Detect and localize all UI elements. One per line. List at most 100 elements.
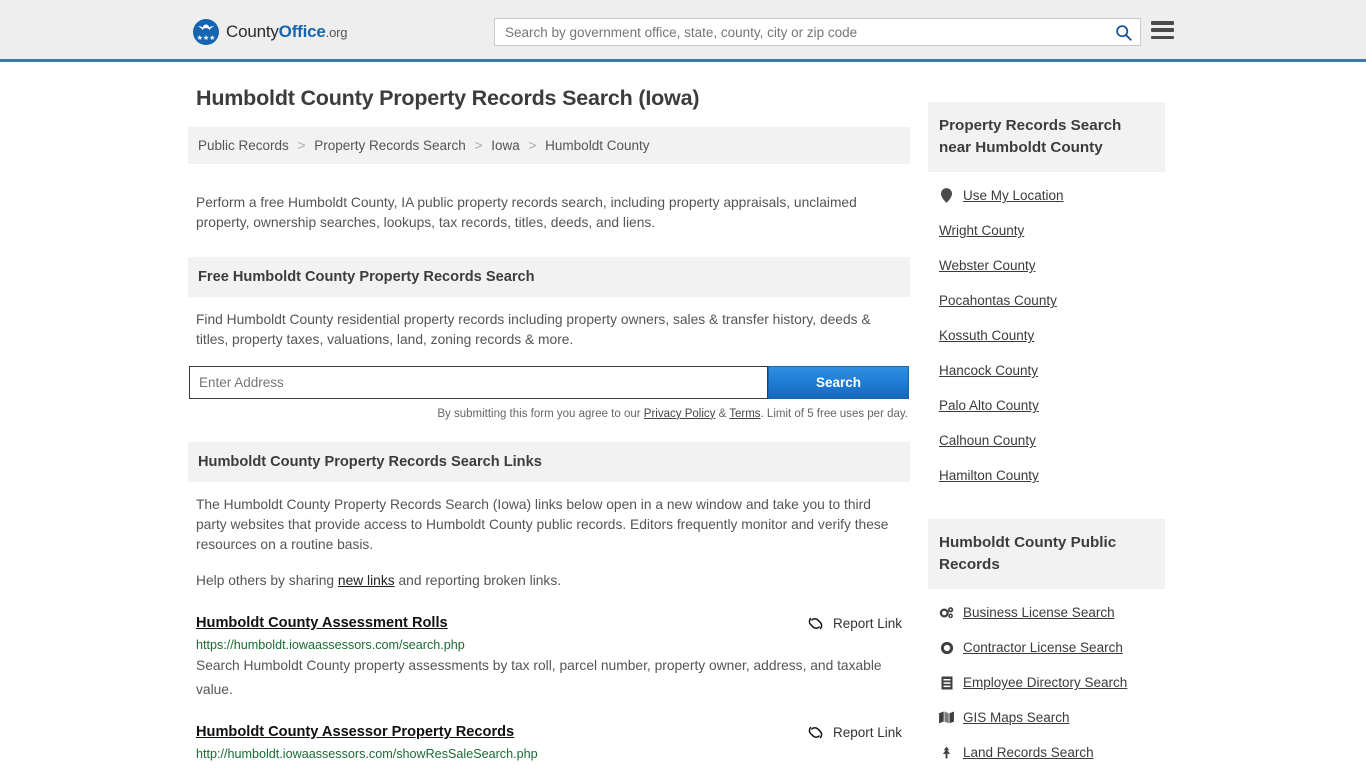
result-header: Humboldt County Assessor Property Record… (196, 724, 902, 741)
sidebar-link-label[interactable]: Kossuth County (939, 328, 1034, 343)
broken-link-icon (808, 726, 823, 738)
sidebar-link-label[interactable]: Employee Directory Search (963, 675, 1127, 690)
sidebar-link-label[interactable]: Land Records Search (963, 745, 1094, 760)
hamburger-bar (1151, 35, 1174, 39)
sidebar-item-business-license-search[interactable]: Business License Search (939, 595, 1154, 630)
new-links-link[interactable]: new links (338, 573, 395, 588)
result-title-link[interactable]: Humboldt County Assessor Property Record… (196, 724, 514, 740)
free-search-description: Find Humboldt County residential propert… (196, 311, 871, 347)
sidebar-item-gis-maps-search[interactable]: GIS Maps Search (939, 700, 1154, 735)
result-description: Search Humboldt County property assessme… (196, 657, 882, 697)
form-disclaimer: By submitting this form you agree to our… (188, 399, 910, 420)
public-records-panel-list: Business License Search Contractor Licen… (928, 589, 1165, 768)
logo-text-org: .org (325, 25, 348, 40)
result-url: http://humboldt.iowaassessors.com/showRe… (196, 746, 538, 761)
list-icon (939, 676, 954, 690)
sidebar-link-label[interactable]: Calhoun County (939, 433, 1036, 448)
search-icon (1115, 24, 1132, 41)
sidebar-item-webster-county[interactable]: Webster County (939, 248, 1154, 283)
terms-link[interactable]: Terms (729, 408, 760, 420)
sidebar-link-label[interactable]: Contractor License Search (963, 640, 1123, 655)
privacy-policy-link[interactable]: Privacy Policy (644, 408, 716, 420)
sidebar-link-label[interactable]: Palo Alto County (939, 398, 1039, 413)
sidebar-item-use-my-location[interactable]: Use My Location (939, 178, 1154, 213)
address-search-form: Search (188, 365, 910, 399)
sidebar-item-contractor-license-search[interactable]: Contractor License Search (939, 630, 1154, 665)
sidebar-link-label[interactable]: Webster County (939, 258, 1036, 273)
breadcrumb: Public Records > Property Records Search… (188, 127, 910, 164)
disclaimer-suffix: . Limit of 5 free uses per day. (760, 407, 908, 420)
gear-icon (939, 641, 954, 655)
report-link-button[interactable]: Report Link (793, 724, 902, 741)
result-description: View Humboldt County Assessor property s… (196, 763, 902, 768)
sidebar-item-hancock-county[interactable]: Hancock County (939, 353, 1154, 388)
countyoffice-logo-icon: ★★★ (193, 19, 219, 45)
disclaimer-prefix: By submitting this form you agree to our (437, 407, 644, 420)
result-item: Humboldt County Assessor Property Record… (188, 724, 910, 768)
hamburger-menu-icon[interactable] (1151, 21, 1174, 39)
breadcrumb-separator: > (297, 138, 306, 153)
free-search-panel: Free Humboldt County Property Records Se… (188, 256, 910, 420)
sidebar-link-label[interactable]: GIS Maps Search (963, 710, 1070, 725)
page-title: Humboldt County Property Records Search … (196, 86, 700, 110)
gears-icon (939, 606, 954, 620)
public-records-panel: Humboldt County Public Records Business … (928, 519, 1165, 768)
breadcrumb-item-property-records-search[interactable]: Property Records Search (314, 138, 466, 153)
eagle-icon (198, 24, 214, 30)
public-records-panel-heading: Humboldt County Public Records (928, 519, 1165, 589)
report-link-button[interactable]: Report Link (793, 615, 902, 632)
logo-text-county: County (226, 22, 279, 41)
logo-stars: ★★★ (196, 35, 216, 42)
disclaimer-amp: & (715, 407, 730, 420)
sidebar-link-label[interactable]: Pocahontas County (939, 293, 1057, 308)
global-search-submit-button[interactable] (1106, 19, 1140, 45)
hamburger-bar (1151, 28, 1174, 32)
breadcrumb-separator: > (474, 138, 483, 153)
sidebar-item-kossuth-county[interactable]: Kossuth County (939, 318, 1154, 353)
search-links-description: The Humboldt County Property Records Sea… (196, 496, 889, 552)
hamburger-bar (1151, 21, 1174, 25)
sidebar-item-calhoun-county[interactable]: Calhoun County (939, 423, 1154, 458)
global-search-box[interactable] (494, 18, 1141, 46)
page-body: Humboldt County Property Records Search … (0, 62, 1366, 768)
breadcrumb-item-iowa[interactable]: Iowa (491, 138, 520, 153)
global-search-input[interactable] (495, 19, 1106, 45)
page-intro-text: Perform a free Humboldt County, IA publi… (196, 194, 857, 230)
nearby-panel-list: Use My Location Wright County Webster Co… (928, 172, 1165, 493)
sidebar-item-pocahontas-county[interactable]: Pocahontas County (939, 283, 1154, 318)
logo-text-office: Office (278, 22, 326, 41)
nearby-panel: Property Records Search near Humboldt Co… (928, 102, 1165, 493)
address-input[interactable] (189, 365, 768, 399)
sidebar-link-label[interactable]: Wright County (939, 223, 1024, 238)
sidebar-item-palo-alto-county[interactable]: Palo Alto County (939, 388, 1154, 423)
sidebar-link-label[interactable]: Hamilton County (939, 468, 1039, 483)
sidebar-item-land-records-search[interactable]: Land Records Search (939, 735, 1154, 768)
nearby-panel-heading: Property Records Search near Humboldt Co… (928, 102, 1165, 172)
share-links-note: Help others by sharing new links and rep… (188, 555, 910, 591)
sidebar-item-wright-county[interactable]: Wright County (939, 213, 1154, 248)
main-content: Humboldt County Property Records Search … (188, 86, 910, 768)
share-prefix: Help others by sharing (196, 572, 338, 588)
result-title-link[interactable]: Humboldt County Assessment Rolls (196, 615, 448, 631)
result-item: Humboldt County Assessment Rolls Report … (188, 615, 910, 702)
sidebar-link-label[interactable]: Business License Search (963, 605, 1115, 620)
sidebar-link-label[interactable]: Hancock County (939, 363, 1038, 378)
sidebar-item-employee-directory-search[interactable]: Employee Directory Search (939, 665, 1154, 700)
sidebar-item-hamilton-county[interactable]: Hamilton County (939, 458, 1154, 493)
logo-wordmark: CountyOffice.org (226, 22, 347, 42)
sidebar-link-label[interactable]: Use My Location (963, 188, 1064, 203)
breadcrumb-separator: > (528, 138, 537, 153)
site-logo[interactable]: ★★★ CountyOffice.org (193, 19, 347, 45)
result-header: Humboldt County Assessment Rolls Report … (196, 615, 902, 632)
map-pin-icon (939, 188, 954, 203)
land-icon (939, 746, 954, 760)
site-header: ★★★ CountyOffice.org (0, 0, 1366, 62)
result-url: https://humboldt.iowaassessors.com/searc… (196, 637, 465, 652)
breadcrumb-item-public-records[interactable]: Public Records (198, 138, 289, 153)
share-suffix: and reporting broken links. (394, 572, 562, 588)
broken-link-icon (808, 617, 823, 629)
breadcrumb-item-humboldt-county[interactable]: Humboldt County (545, 138, 649, 153)
report-link-label: Report Link (832, 724, 902, 740)
search-links-panel: Humboldt County Property Records Search … (188, 441, 910, 768)
address-search-button[interactable]: Search (768, 365, 909, 399)
